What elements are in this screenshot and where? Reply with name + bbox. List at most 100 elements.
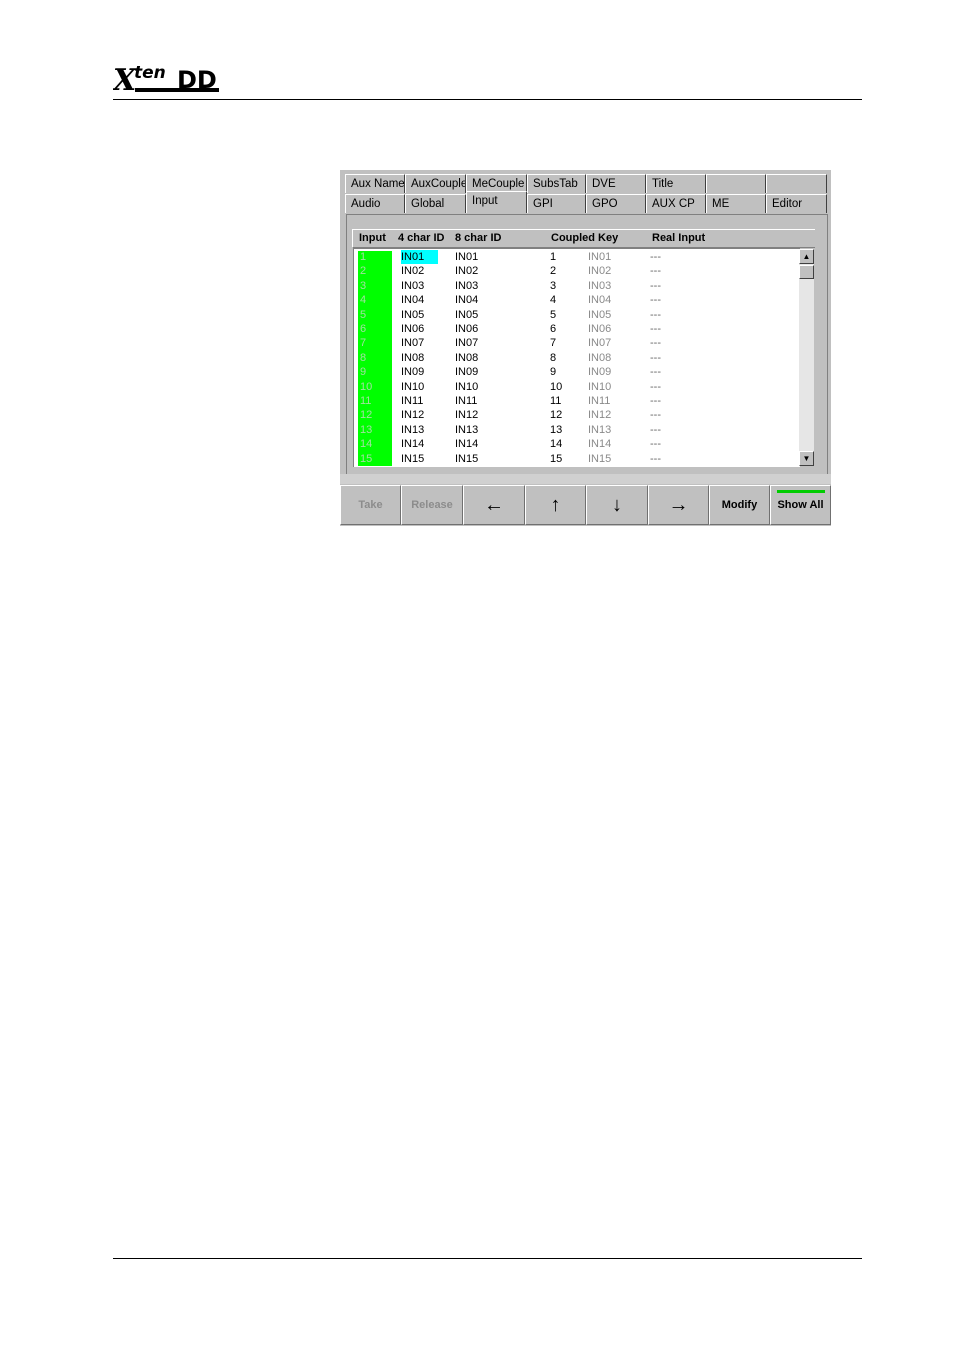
svg-text:ten: ten <box>134 63 166 83</box>
triangle-down-icon[interactable]: ▼ <box>799 451 814 466</box>
table-row[interactable]: 12 IN12 IN12 12 IN12 --- <box>354 408 800 422</box>
four-char-id: IN05 <box>401 308 425 321</box>
coupled-key-number: 4 <box>550 294 557 307</box>
table-row[interactable]: 3 IN03 IN03 3 IN03 --- <box>354 279 800 293</box>
tab-me[interactable]: ME <box>706 194 766 213</box>
input-number: 12 <box>360 409 373 422</box>
table-row[interactable]: 1 IN01 IN01 1 IN01 --- <box>354 250 800 264</box>
tab-gpo[interactable]: GPO <box>586 194 646 213</box>
four-char-id: IN11 <box>401 395 424 407</box>
input-list[interactable]: 1 IN01 IN01 1 IN01 --- 2 IN02 IN02 2 IN02 --- 3 IN03 I… <box>353 248 800 467</box>
tab-aux-cp[interactable]: AUX CP <box>646 194 706 213</box>
coupled-key-id: IN13 <box>588 423 612 436</box>
up-arrow-button[interactable]: ↑ <box>525 485 586 525</box>
tab-substab[interactable]: SubsTab <box>527 174 586 193</box>
four-char-id: IN15 <box>401 452 425 465</box>
tab-dve[interactable]: DVE <box>586 174 646 193</box>
column-8char-id: 8 char ID <box>455 232 502 244</box>
input-number: 1 <box>360 251 367 263</box>
input-number: 5 <box>360 308 367 321</box>
input-number: 2 <box>360 265 367 278</box>
tab-gpi[interactable]: GPI <box>527 194 586 213</box>
tab-title[interactable]: Title <box>646 174 706 193</box>
input-number: 13 <box>360 423 373 436</box>
show-all-button[interactable]: Show All <box>770 485 831 525</box>
input-number: 8 <box>360 351 367 364</box>
table-row[interactable]: 7 IN07 IN07 7 IN07 --- <box>354 336 800 350</box>
table-row[interactable]: 8 IN08 IN08 8 IN08 --- <box>354 351 800 365</box>
real-input: --- <box>650 308 661 321</box>
tab-aux-name[interactable]: Aux Name <box>345 174 405 193</box>
input-number: 14 <box>360 438 373 451</box>
table-row[interactable]: 5 IN05 IN05 5 IN05 --- <box>354 308 800 322</box>
table-row[interactable]: 11 IN11 IN11 11 IN11 --- <box>354 394 800 408</box>
real-input: --- <box>650 380 661 393</box>
tab-empty-1-6[interactable] <box>706 174 766 193</box>
table-row[interactable]: 6 IN06 IN06 6 IN06 --- <box>354 322 800 336</box>
four-char-id: IN03 <box>401 279 425 292</box>
active-indicator <box>777 490 825 493</box>
coupled-key-number: 15 <box>550 452 563 465</box>
tab-auxcouple[interactable]: AuxCouple <box>405 174 466 193</box>
tab-editor[interactable]: Editor <box>766 194 827 213</box>
eight-char-id: IN06 <box>455 323 479 335</box>
vertical-scrollbar[interactable]: ▲ ▼ <box>799 249 814 466</box>
four-char-id: IN04 <box>401 294 425 307</box>
coupled-key-number: 1 <box>550 251 557 263</box>
coupled-key-id: IN07 <box>588 337 612 350</box>
eight-char-id: IN09 <box>455 366 479 379</box>
coupled-key-number: 13 <box>550 423 563 436</box>
tab-audio[interactable]: Audio <box>345 194 405 213</box>
scroll-thumb[interactable] <box>799 265 814 279</box>
coupled-key-id: IN04 <box>588 294 612 307</box>
right-arrow-button[interactable]: → <box>648 485 709 525</box>
table-row[interactable]: 4 IN04 IN04 4 IN04 --- <box>354 293 800 307</box>
modify-button[interactable]: Modify <box>709 485 770 525</box>
column-header: Input 4 char ID 8 char ID Coupled Key Re… <box>352 229 815 248</box>
coupled-key-id: IN14 <box>588 438 612 451</box>
coupled-key-number: 10 <box>550 380 563 393</box>
eight-char-id: IN03 <box>455 279 479 292</box>
input-number: 6 <box>360 323 367 335</box>
real-input: --- <box>650 366 661 379</box>
coupled-key-number: 7 <box>550 337 557 350</box>
real-input: --- <box>650 337 661 350</box>
table-row[interactable]: 13 IN13 IN13 13 IN13 --- <box>354 423 800 437</box>
coupled-key-number: 12 <box>550 409 563 422</box>
down-arrow-button[interactable]: ↓ <box>586 485 648 525</box>
eight-char-id: IN10 <box>455 380 479 393</box>
eight-char-id: IN12 <box>455 409 479 422</box>
button-bar-separator <box>340 474 831 484</box>
coupled-key-id: IN05 <box>588 308 612 321</box>
coupled-key-id: IN06 <box>588 323 612 335</box>
take-button[interactable]: Take <box>340 485 401 525</box>
release-button[interactable]: Release <box>401 485 463 525</box>
coupled-key-number: 6 <box>550 323 557 335</box>
input-number: 11 <box>360 395 372 407</box>
tab-global[interactable]: Global <box>405 194 466 213</box>
table-row[interactable]: 14 IN14 IN14 14 IN14 --- <box>354 437 800 451</box>
coupled-key-number: 9 <box>550 366 557 379</box>
tab-input[interactable]: Input <box>466 191 527 213</box>
triangle-up-icon[interactable]: ▲ <box>799 249 814 264</box>
coupled-key-id: IN10 <box>588 380 612 393</box>
coupled-key-number: 5 <box>550 308 557 321</box>
table-row[interactable]: 2 IN02 IN02 2 IN02 --- <box>354 264 800 278</box>
eight-char-id: IN13 <box>455 423 479 436</box>
coupled-key-id: IN11 <box>588 395 611 407</box>
left-arrow-button[interactable]: ← <box>463 485 525 525</box>
eight-char-id: IN14 <box>455 438 479 451</box>
four-char-id: IN07 <box>401 337 425 350</box>
table-row[interactable]: 9 IN09 IN09 9 IN09 --- <box>354 365 800 379</box>
eight-char-id: IN01 <box>455 251 479 263</box>
table-row[interactable]: 10 IN10 IN10 10 IN10 --- <box>354 380 800 394</box>
eight-char-id: IN05 <box>455 308 479 321</box>
input-number: 9 <box>360 366 367 379</box>
tab-empty-1-7[interactable] <box>766 174 827 193</box>
eight-char-id: IN11 <box>455 395 478 407</box>
coupled-key-number: 2 <box>550 265 557 278</box>
input-number: 7 <box>360 337 367 350</box>
coupled-key-id: IN03 <box>588 279 612 292</box>
table-row[interactable]: 15 IN15 IN15 15 IN15 --- <box>354 452 800 466</box>
coupled-key-number: 14 <box>550 438 563 451</box>
